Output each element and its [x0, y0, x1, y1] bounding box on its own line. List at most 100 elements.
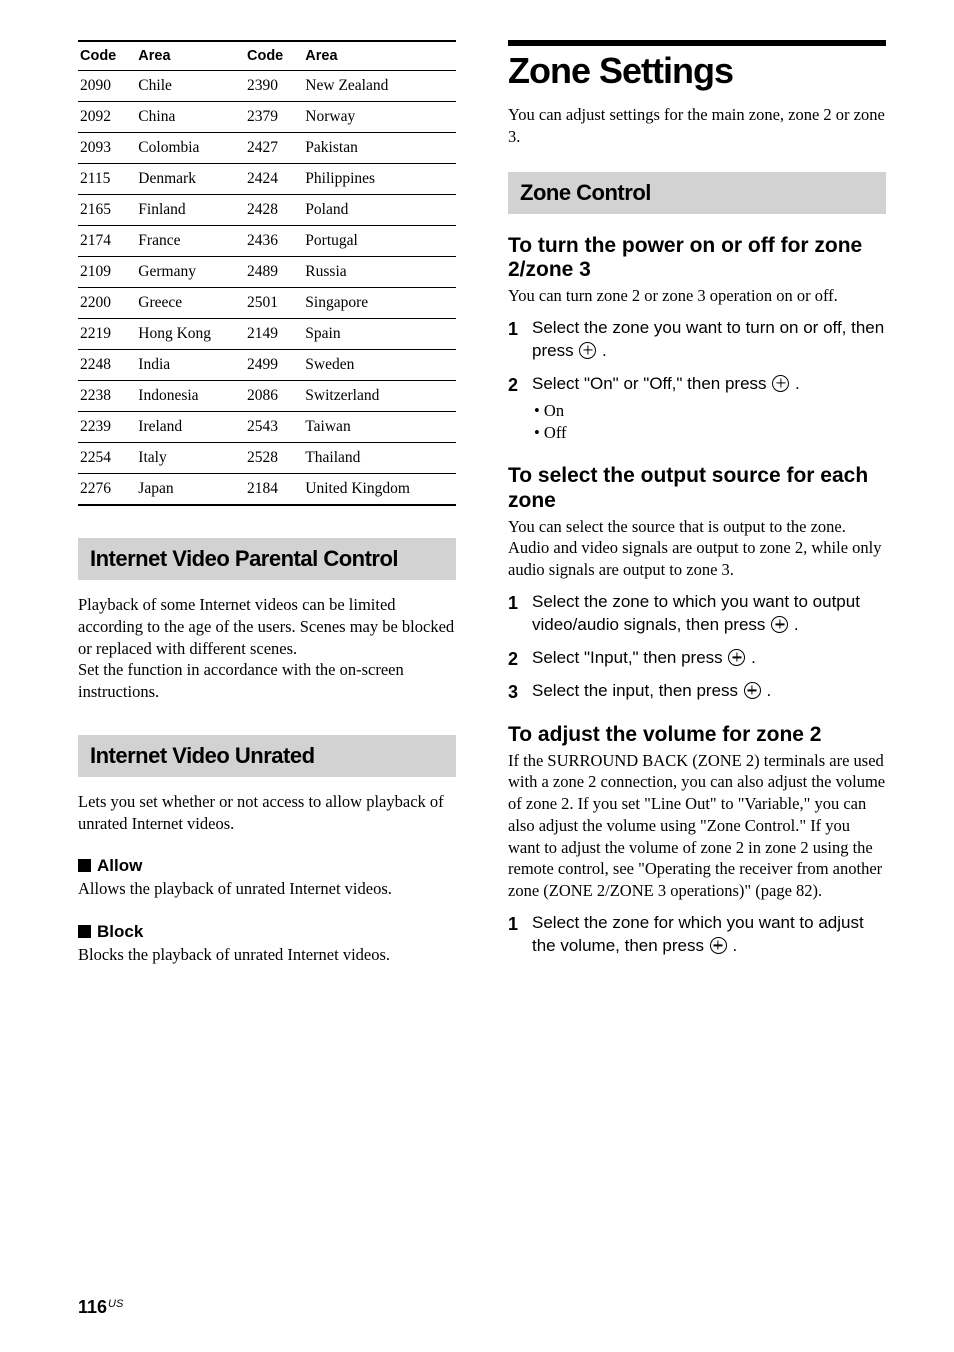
table-cell: 2239 [78, 412, 136, 443]
table-cell: New Zealand [303, 71, 456, 102]
table-cell: Chile [136, 71, 245, 102]
table-cell: 2200 [78, 288, 136, 319]
task1-step1: 1Select the zone you want to turn on or … [508, 317, 886, 363]
table-cell: Japan [136, 474, 245, 506]
task1-step2: 2Select "On" or "Off," then press . On O… [508, 373, 886, 444]
right-column: Zone Settings You can adjust settings fo… [508, 40, 886, 968]
task2-step1-text: Select the zone to which you want to out… [532, 592, 860, 634]
block-title: Block [97, 922, 143, 941]
task3-body: If the SURROUND BACK (ZONE 2) terminals … [508, 750, 886, 902]
table-cell: 2090 [78, 71, 136, 102]
table-cell: 2379 [245, 102, 303, 133]
table-cell: 2254 [78, 443, 136, 474]
th-code1: Code [78, 41, 136, 71]
section-internet-video-parental: Internet Video Parental Control [78, 538, 456, 580]
unrated-body: Lets you set whether or not access to al… [78, 791, 456, 835]
area-code-table: Code Area Code Area 2090Chile2390New Zea… [78, 40, 456, 506]
table-cell: Norway [303, 102, 456, 133]
task3-step1-text: Select the zone for which you want to ad… [532, 913, 864, 955]
task2-step3-text: Select the input, then press [532, 681, 743, 700]
square-icon [78, 859, 91, 872]
table-cell: 2238 [78, 381, 136, 412]
main-intro: You can adjust settings for the main zon… [508, 104, 886, 148]
table-cell: 2086 [245, 381, 303, 412]
table-cell: Poland [303, 195, 456, 226]
table-cell: 2436 [245, 226, 303, 257]
table-cell: 2109 [78, 257, 136, 288]
table-cell: 2115 [78, 164, 136, 195]
table-row: 2090Chile2390New Zealand [78, 71, 456, 102]
task1-step2-text: Select "On" or "Off," then press [532, 374, 771, 393]
table-cell: 2149 [245, 319, 303, 350]
table-row: 2174France2436Portugal [78, 226, 456, 257]
main-title: Zone Settings [508, 50, 886, 92]
table-cell: Spain [303, 319, 456, 350]
square-icon [78, 925, 91, 938]
table-row: 2165Finland2428Poland [78, 195, 456, 226]
table-cell: 2501 [245, 288, 303, 319]
table-cell: China [136, 102, 245, 133]
allow-title: Allow [97, 856, 142, 875]
table-cell: Switzerland [303, 381, 456, 412]
task2-step2: 2Select "Input," then press . [508, 647, 886, 670]
task3-title: To adjust the volume for zone 2 [508, 723, 886, 748]
table-cell: Russia [303, 257, 456, 288]
title-rule [508, 40, 886, 46]
table-cell: Hong Kong [136, 319, 245, 350]
table-cell: Italy [136, 443, 245, 474]
table-row: 2219Hong Kong2149Spain [78, 319, 456, 350]
table-row: 2238Indonesia2086Switzerland [78, 381, 456, 412]
table-cell: Philippines [303, 164, 456, 195]
table-cell: 2543 [245, 412, 303, 443]
table-cell: Indonesia [136, 381, 245, 412]
table-cell: 2424 [245, 164, 303, 195]
table-cell: 2428 [245, 195, 303, 226]
task1-opt-on: On [534, 400, 886, 422]
block-heading: Block [78, 922, 456, 942]
table-cell: United Kingdom [303, 474, 456, 506]
table-cell: 2092 [78, 102, 136, 133]
parental-body: Playback of some Internet videos can be … [78, 594, 456, 703]
table-cell: 2184 [245, 474, 303, 506]
task2-step1: 1Select the zone to which you want to ou… [508, 591, 886, 637]
task2-steps: 1Select the zone to which you want to ou… [508, 591, 886, 703]
page-num-value: 116 [78, 1297, 107, 1317]
table-cell: Pakistan [303, 133, 456, 164]
table-row: 2248India2499Sweden [78, 350, 456, 381]
table-cell: Germany [136, 257, 245, 288]
table-row: 2093Colombia2427Pakistan [78, 133, 456, 164]
table-cell: France [136, 226, 245, 257]
task1-opt-off: Off [534, 422, 886, 444]
enter-icon [710, 937, 727, 954]
task2-step2-text: Select "Input," then press [532, 648, 727, 667]
table-cell: 2219 [78, 319, 136, 350]
enter-icon [772, 375, 789, 392]
section-zone-control: Zone Control [508, 172, 886, 214]
task2-body: You can select the source that is output… [508, 516, 886, 581]
enter-icon [728, 649, 745, 666]
page-region: US [108, 1298, 123, 1310]
table-cell: 2165 [78, 195, 136, 226]
task3-step1: 1Select the zone for which you want to a… [508, 912, 886, 958]
th-code2: Code [245, 41, 303, 71]
table-cell: Denmark [136, 164, 245, 195]
task3-steps: 1Select the zone for which you want to a… [508, 912, 886, 958]
table-row: 2276Japan2184United Kingdom [78, 474, 456, 506]
table-cell: 2174 [78, 226, 136, 257]
enter-icon [771, 616, 788, 633]
table-cell: 2528 [245, 443, 303, 474]
page-number: 116US [78, 1297, 123, 1318]
table-cell: 2489 [245, 257, 303, 288]
allow-heading: Allow [78, 856, 456, 876]
table-cell: 2427 [245, 133, 303, 164]
table-cell: Singapore [303, 288, 456, 319]
enter-icon [744, 682, 761, 699]
table-cell: 2276 [78, 474, 136, 506]
table-cell: India [136, 350, 245, 381]
table-cell: Greece [136, 288, 245, 319]
block-body: Blocks the playback of unrated Internet … [78, 944, 456, 966]
allow-body: Allows the playback of unrated Internet … [78, 878, 456, 900]
table-cell: 2390 [245, 71, 303, 102]
table-cell: 2248 [78, 350, 136, 381]
table-cell: 2093 [78, 133, 136, 164]
